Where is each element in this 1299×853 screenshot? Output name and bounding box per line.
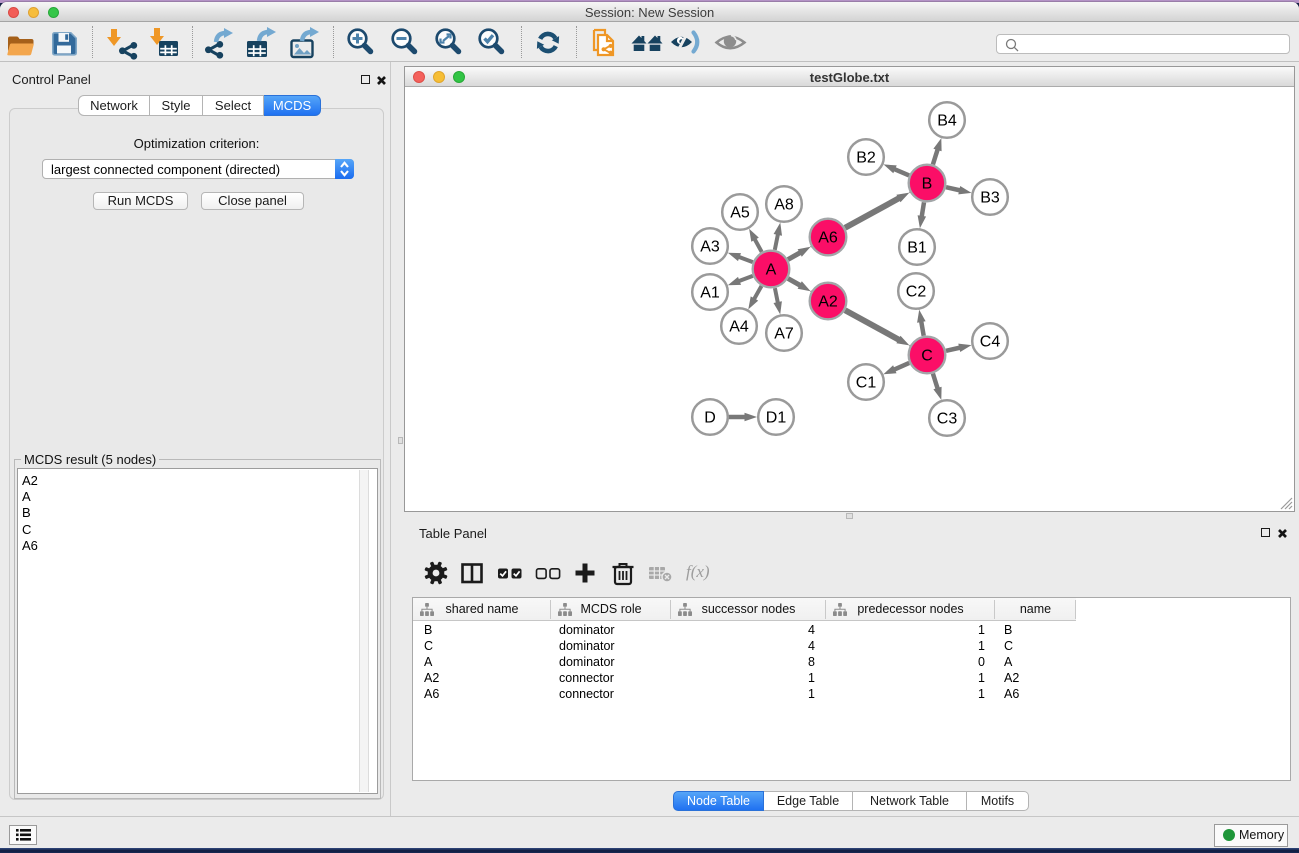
svg-text:C1: C1 bbox=[856, 375, 877, 392]
svg-text:A5: A5 bbox=[730, 205, 750, 222]
svg-text:B2: B2 bbox=[856, 150, 876, 167]
svg-text:B: B bbox=[922, 176, 933, 193]
svg-text:C: C bbox=[921, 348, 933, 365]
svg-text:B1: B1 bbox=[907, 240, 927, 257]
svg-text:A2: A2 bbox=[818, 294, 838, 311]
svg-text:A: A bbox=[766, 262, 777, 279]
svg-text:C3: C3 bbox=[937, 411, 958, 428]
svg-text:A1: A1 bbox=[700, 285, 720, 302]
svg-text:A4: A4 bbox=[729, 319, 749, 336]
svg-text:D1: D1 bbox=[766, 410, 787, 427]
svg-text:A7: A7 bbox=[774, 326, 794, 343]
svg-text:A8: A8 bbox=[774, 197, 794, 214]
svg-text:A3: A3 bbox=[700, 239, 720, 256]
svg-text:B4: B4 bbox=[937, 113, 957, 130]
svg-text:C4: C4 bbox=[980, 334, 1001, 351]
svg-text:A6: A6 bbox=[818, 230, 838, 247]
svg-text:C2: C2 bbox=[906, 284, 927, 301]
svg-text:D: D bbox=[704, 410, 716, 427]
svg-text:B3: B3 bbox=[980, 190, 1000, 207]
